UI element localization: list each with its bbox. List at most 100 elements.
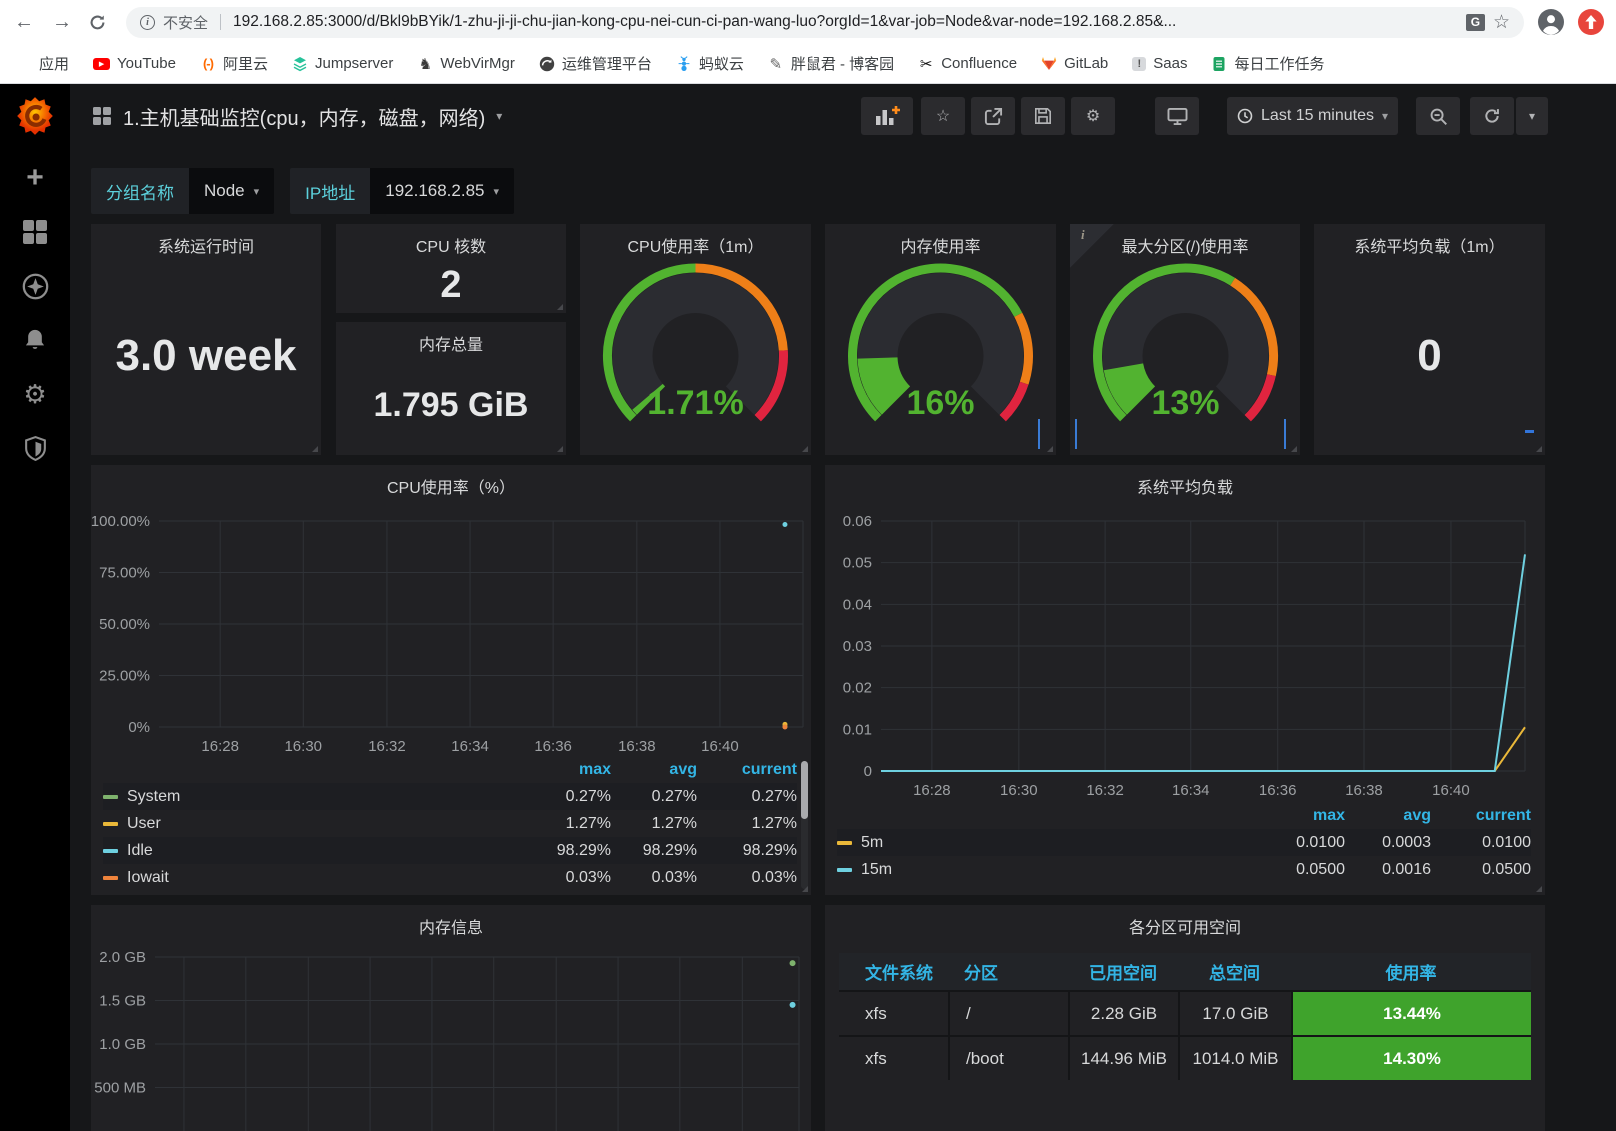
star-button[interactable]: ☆ xyxy=(921,97,965,135)
settings-gear-button[interactable]: ⚙ xyxy=(1071,97,1115,135)
zoom-out-button[interactable] xyxy=(1416,97,1460,135)
svg-text:16:32: 16:32 xyxy=(1086,782,1124,799)
bookmark-item[interactable]: ▶YouTube xyxy=(93,55,176,72)
url-pill[interactable]: i 不安全 192.168.2.85:3000/d/Bkl9bBYik/1-zh… xyxy=(126,7,1524,38)
column-header[interactable]: 分区 xyxy=(948,953,1068,990)
panel-cpu-usage-chart[interactable]: CPU使用率（%） 0%25.00%50.00%75.00%100.00%16:… xyxy=(91,465,811,895)
svg-text:16:38: 16:38 xyxy=(618,738,656,755)
refresh-interval-caret[interactable]: ▾ xyxy=(1516,97,1548,135)
grafana-app: + ⚙ 1.主机基础监控(cpu，内存，磁盘，网络) ▾ xyxy=(0,84,1616,1131)
series-name: User xyxy=(127,815,161,833)
bookmark-item[interactable]: GitLab xyxy=(1041,55,1108,72)
extension-icon[interactable] xyxy=(1578,9,1604,35)
legend-column[interactable]: max xyxy=(1259,807,1345,825)
panel-title[interactable]: 各分区可用空间 xyxy=(825,914,1545,938)
column-header[interactable]: 使用率 xyxy=(1291,953,1531,990)
back-icon[interactable]: ← xyxy=(12,11,36,34)
legend-column[interactable]: avg xyxy=(611,761,697,779)
legend-column[interactable]: max xyxy=(525,761,611,779)
bookmarks-bar: 应用 ▶YouTube (-) 阿里云 Jumpserver ♞WebVirMgr 运维管理… xyxy=(0,44,1616,84)
save-button[interactable] xyxy=(1021,97,1065,135)
toolbar: ☆ ⚙ Last 15 minutes ▾ xyxy=(861,97,1548,135)
cycle-view-monitor-button[interactable] xyxy=(1155,97,1199,135)
bookmark-item[interactable]: ✎胖鼠君 - 博客园 xyxy=(768,53,894,74)
create-plus-icon[interactable]: + xyxy=(21,164,49,192)
panel-title[interactable]: 内存总量 xyxy=(336,331,566,355)
bookmark-item[interactable]: (-) 阿里云 xyxy=(200,53,268,74)
panel-title[interactable]: 系统平均负载（1m） xyxy=(1314,233,1545,257)
bookmark-item[interactable]: Jumpserver xyxy=(292,55,393,72)
partition-usage-gauge: 13% xyxy=(1070,250,1301,450)
panel-title[interactable]: CPU 核数 xyxy=(336,233,566,257)
admin-shield-icon[interactable] xyxy=(21,434,49,462)
site-info-icon[interactable]: i xyxy=(140,15,155,30)
legend-column[interactable]: avg xyxy=(1345,807,1431,825)
cnblogs-icon: ✎ xyxy=(768,56,784,72)
series-swatch xyxy=(103,822,118,826)
legend-scrollbar[interactable] xyxy=(801,761,808,889)
bookmark-item[interactable]: ✂Confluence xyxy=(918,55,1017,72)
legend-series-toggle[interactable]: Iowait xyxy=(103,869,525,887)
aliyun-icon: (-) xyxy=(200,56,216,72)
panel-memory-usage-gauge[interactable]: 内存使用率 16% xyxy=(825,224,1056,455)
svg-text:16:34: 16:34 xyxy=(1172,782,1210,799)
explore-compass-icon[interactable] xyxy=(21,272,49,300)
panel-cpu-cores[interactable]: CPU 核数 2 xyxy=(336,224,566,313)
bookmark-item[interactable]: 应用 xyxy=(16,53,69,74)
legend-row: 5m0.01000.00030.0100 xyxy=(837,829,1531,856)
time-range-picker[interactable]: Last 15 minutes ▾ xyxy=(1227,97,1398,135)
dashboards-icon[interactable] xyxy=(21,218,49,246)
bookmark-item[interactable]: 每日工作任务 xyxy=(1211,53,1324,74)
bookmark-item[interactable]: !Saas xyxy=(1132,55,1187,72)
bookmark-star-icon[interactable]: ☆ xyxy=(1493,11,1510,34)
legend-series-toggle[interactable]: System xyxy=(103,788,525,806)
legend-series-toggle[interactable]: 5m xyxy=(837,834,1259,852)
legend-column[interactable]: current xyxy=(697,761,797,779)
time-range-label: Last 15 minutes xyxy=(1261,107,1374,125)
panel-title[interactable]: 系统运行时间 xyxy=(91,233,321,257)
configuration-gear-icon[interactable]: ⚙ xyxy=(21,380,49,408)
panel-load-chart[interactable]: 系统平均负载 00.010.020.030.040.050.0616:2816:… xyxy=(825,465,1545,895)
bookmark-item[interactable]: 蚂蚁云 xyxy=(676,53,744,74)
forward-icon[interactable]: → xyxy=(50,11,74,34)
panel-uptime[interactable]: 系统运行时间 3.0 week xyxy=(91,224,321,455)
bookmark-item[interactable]: 运维管理平台 xyxy=(539,53,652,74)
grafana-logo-icon[interactable] xyxy=(13,94,57,138)
svg-text:0.01: 0.01 xyxy=(843,721,872,738)
partition-table: 文件系统分区已用空间总空间使用率xfs/2.28 GiB17.0 GiB13.4… xyxy=(839,953,1531,1080)
series-current: 0.03% xyxy=(697,869,797,887)
chevron-down-icon: ▾ xyxy=(494,185,500,198)
refresh-button[interactable] xyxy=(1470,97,1514,135)
add-panel-button[interactable] xyxy=(861,97,913,135)
cpu-usage-chart: 0%25.00%50.00%75.00%100.00%16:2816:3016:… xyxy=(91,465,811,757)
profile-avatar[interactable] xyxy=(1538,9,1564,35)
panel-total-memory[interactable]: 内存总量 1.795 GiB xyxy=(336,322,566,455)
legend-series-toggle[interactable]: 15m xyxy=(837,861,1259,879)
filter-group-name[interactable]: 分组名称 Node▾ xyxy=(91,168,274,214)
bookmark-item[interactable]: ♞WebVirMgr xyxy=(417,55,514,72)
bookmark-label: 阿里云 xyxy=(223,53,268,74)
panel-partition-table[interactable]: 各分区可用空间 文件系统分区已用空间总空间使用率xfs/2.28 GiB17.0… xyxy=(825,905,1545,1131)
series-avg: 1.27% xyxy=(611,815,697,833)
translate-icon[interactable]: G xyxy=(1466,14,1485,31)
panel-load-1m[interactable]: 系统平均负载（1m） 0 xyxy=(1314,224,1545,455)
column-header[interactable]: 已用空间 xyxy=(1068,953,1178,990)
dashboard-title[interactable]: 1.主机基础监控(cpu，内存，磁盘，网络) ▾ xyxy=(92,102,502,131)
panel-cpu-usage-gauge[interactable]: CPU使用率（1m） 1.71% xyxy=(580,224,811,455)
series-name: System xyxy=(127,788,180,806)
legend-header: maxavgcurrent xyxy=(103,757,797,783)
column-header[interactable]: 文件系统 xyxy=(839,953,948,990)
legend-series-toggle[interactable]: User xyxy=(103,815,525,833)
series-max: 0.0100 xyxy=(1259,834,1345,852)
panel-partition-usage-gauge[interactable]: i 最大分区(/)使用率 13% xyxy=(1070,224,1300,455)
share-button[interactable] xyxy=(971,97,1015,135)
reload-icon[interactable] xyxy=(88,13,112,32)
filter-ip-address[interactable]: IP地址 192.168.2.85▾ xyxy=(290,168,514,214)
panel-memory-info-chart[interactable]: 内存信息 2.0 GB1.5 GB1.0 GB500 MB xyxy=(91,905,811,1131)
chevron-down-icon: ▾ xyxy=(496,109,502,123)
url-text[interactable]: 192.168.2.85:3000/d/Bkl9bBYik/1-zhu-ji-j… xyxy=(233,13,1458,31)
legend-column[interactable]: current xyxy=(1431,807,1531,825)
legend-series-toggle[interactable]: Idle xyxy=(103,842,525,860)
alerting-bell-icon[interactable] xyxy=(21,326,49,354)
column-header[interactable]: 总空间 xyxy=(1178,953,1291,990)
